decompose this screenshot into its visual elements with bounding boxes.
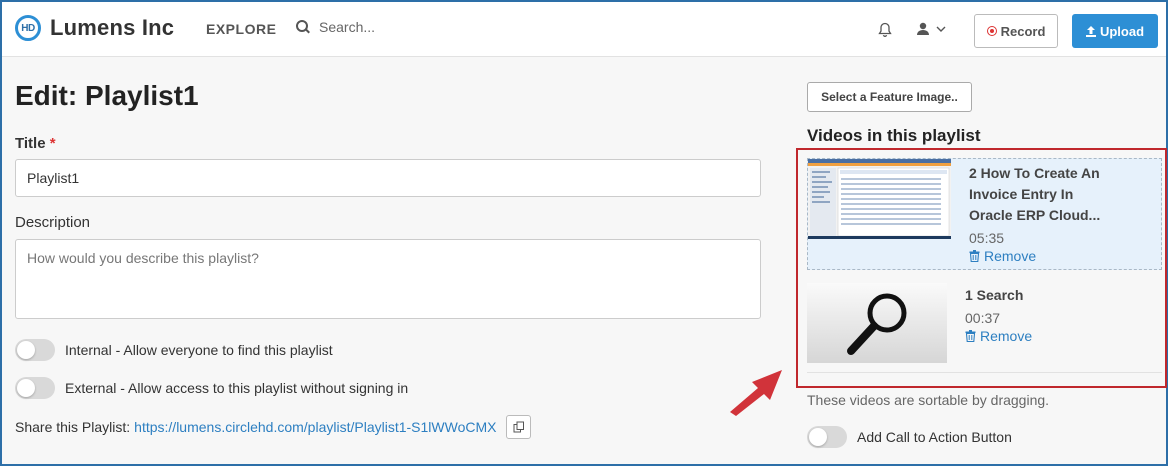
notifications-bell-icon[interactable] <box>878 22 892 43</box>
external-toggle-row: External - Allow access to this playlist… <box>15 377 408 399</box>
external-toggle-label: External - Allow access to this playlist… <box>65 380 409 396</box>
internal-toggle-row: Internal - Allow everyone to find this p… <box>15 339 333 361</box>
record-dot-icon <box>986 26 997 36</box>
upload-icon <box>1085 25 1096 37</box>
copy-icon <box>513 421 524 433</box>
annotation-highlight-box <box>796 148 1167 388</box>
external-toggle[interactable] <box>15 377 55 399</box>
copy-link-button[interactable] <box>506 415 532 439</box>
annotation-arrow-icon <box>730 370 782 416</box>
nav-explore-link[interactable]: EXPLORE <box>206 21 276 37</box>
cta-toggle-row: Add Call to Action Button <box>807 426 1012 448</box>
search-input[interactable] <box>319 19 519 35</box>
share-label: Share this Playlist: <box>15 419 131 435</box>
chevron-down-icon <box>936 26 946 32</box>
logo-mark-text: HD <box>21 22 35 34</box>
search-bar <box>296 19 519 35</box>
videos-heading: Videos in this playlist <box>807 126 981 145</box>
title-label-text: Title <box>15 135 46 152</box>
search-icon <box>296 20 310 34</box>
select-feature-image-button[interactable]: Select a Feature Image.. <box>807 82 972 112</box>
user-icon <box>917 22 929 35</box>
logo[interactable]: HD Lumens Inc <box>15 15 174 41</box>
description-label: Description <box>15 214 91 231</box>
upload-button-label: Upload <box>1099 23 1145 39</box>
title-label: Title * <box>15 135 56 152</box>
cta-toggle[interactable] <box>807 426 847 448</box>
record-button[interactable]: Record <box>974 14 1058 48</box>
top-header: HD Lumens Inc EXPLORE Record Upload <box>2 2 1166 57</box>
logo-mark-icon: HD <box>15 15 41 41</box>
page-title: Edit: Playlist1 <box>15 80 199 111</box>
share-link[interactable]: https://lumens.circlehd.com/playlist/Pla… <box>134 419 496 435</box>
required-asterisk: * <box>49 135 56 152</box>
app-name: Lumens Inc <box>50 15 175 40</box>
internal-toggle-label: Internal - Allow everyone to find this p… <box>65 342 333 358</box>
internal-toggle[interactable] <box>15 339 55 361</box>
sortable-note: These videos are sortable by dragging. <box>807 392 1050 408</box>
user-menu[interactable] <box>916 22 946 36</box>
description-textarea[interactable] <box>15 239 761 319</box>
upload-button[interactable]: Upload <box>1072 14 1158 48</box>
share-row: Share this Playlist: https://lumens.circ… <box>15 415 532 439</box>
title-input[interactable] <box>15 159 761 197</box>
record-button-label: Record <box>1000 23 1046 39</box>
cta-toggle-label: Add Call to Action Button <box>857 429 1012 445</box>
